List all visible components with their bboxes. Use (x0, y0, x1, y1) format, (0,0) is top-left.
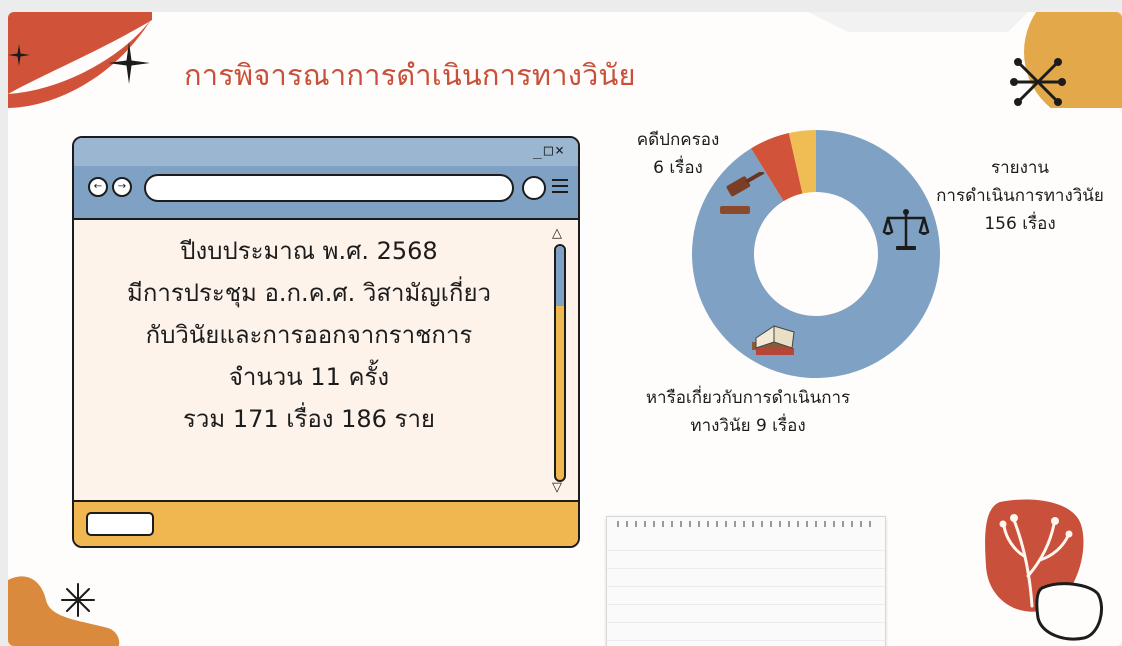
window-content: ปีงบประมาณ พ.ศ. 2568 มีการประชุม อ.ก.ค.ศ… (74, 220, 544, 502)
circle-button[interactable] (522, 176, 546, 200)
page-title: การพิจารณาการดำเนินการทางวินัย (184, 58, 636, 92)
ruled-lines (607, 533, 885, 646)
address-bar[interactable] (144, 174, 514, 202)
forward-arrow-icon[interactable]: → (112, 177, 132, 197)
content-line: กับวินัยและการออกจากราชการ (145, 321, 473, 349)
sparkle-icon (108, 42, 150, 84)
hamburger-menu-icon[interactable] (552, 179, 568, 197)
sparkle-icon (8, 44, 30, 66)
content-line: มีการประชุม อ.ก.ค.ศ. วิสามัญเกี่ยว (127, 279, 491, 307)
back-arrow-icon[interactable]: ← (88, 177, 108, 197)
content-line: ปีงบประมาณ พ.ศ. 2568 (180, 237, 438, 265)
scroll-down-icon[interactable]: ▽ (552, 480, 562, 495)
scrollbar[interactable] (554, 244, 566, 482)
books-icon (752, 325, 795, 355)
content-line: จำนวน 11 ครั้ง (228, 363, 390, 391)
window-controls[interactable]: _□× (533, 141, 566, 159)
window-toolbar: _□× ← → (74, 138, 578, 220)
footer-button[interactable] (86, 512, 154, 536)
slide: การพิจารณาการดำเนินการทางวินัย _□× ← → ป… (8, 12, 1122, 646)
notepad-decoration (606, 516, 886, 646)
chart-label-reports: รายงาน การดำเนินการทางวินัย 156 เรื่อง (936, 158, 1104, 234)
content-line: รวม 171 เรื่อง 186 ราย (183, 405, 435, 433)
browser-window: _□× ← → ปีงบประมาณ พ.ศ. 2568 มีการประชุม… (72, 136, 580, 548)
window-footer (74, 500, 578, 546)
plant-decoration (985, 499, 1103, 641)
sparkle-icon (61, 583, 95, 617)
asterisk-icon (1010, 58, 1066, 106)
glare-decoration (808, 12, 1028, 32)
window-titlebar (74, 138, 578, 166)
scrollbar-thumb[interactable] (556, 246, 564, 306)
chart-label-consultation: หารือเกี่ยวกับการดำเนินการ ทางวินัย 9 เร… (645, 388, 851, 436)
spiral-binding (617, 521, 875, 527)
scroll-up-icon[interactable]: △ (552, 226, 562, 241)
chart-label-admin-cases: คดีปกครอง 6 เรื่อง (636, 130, 720, 178)
